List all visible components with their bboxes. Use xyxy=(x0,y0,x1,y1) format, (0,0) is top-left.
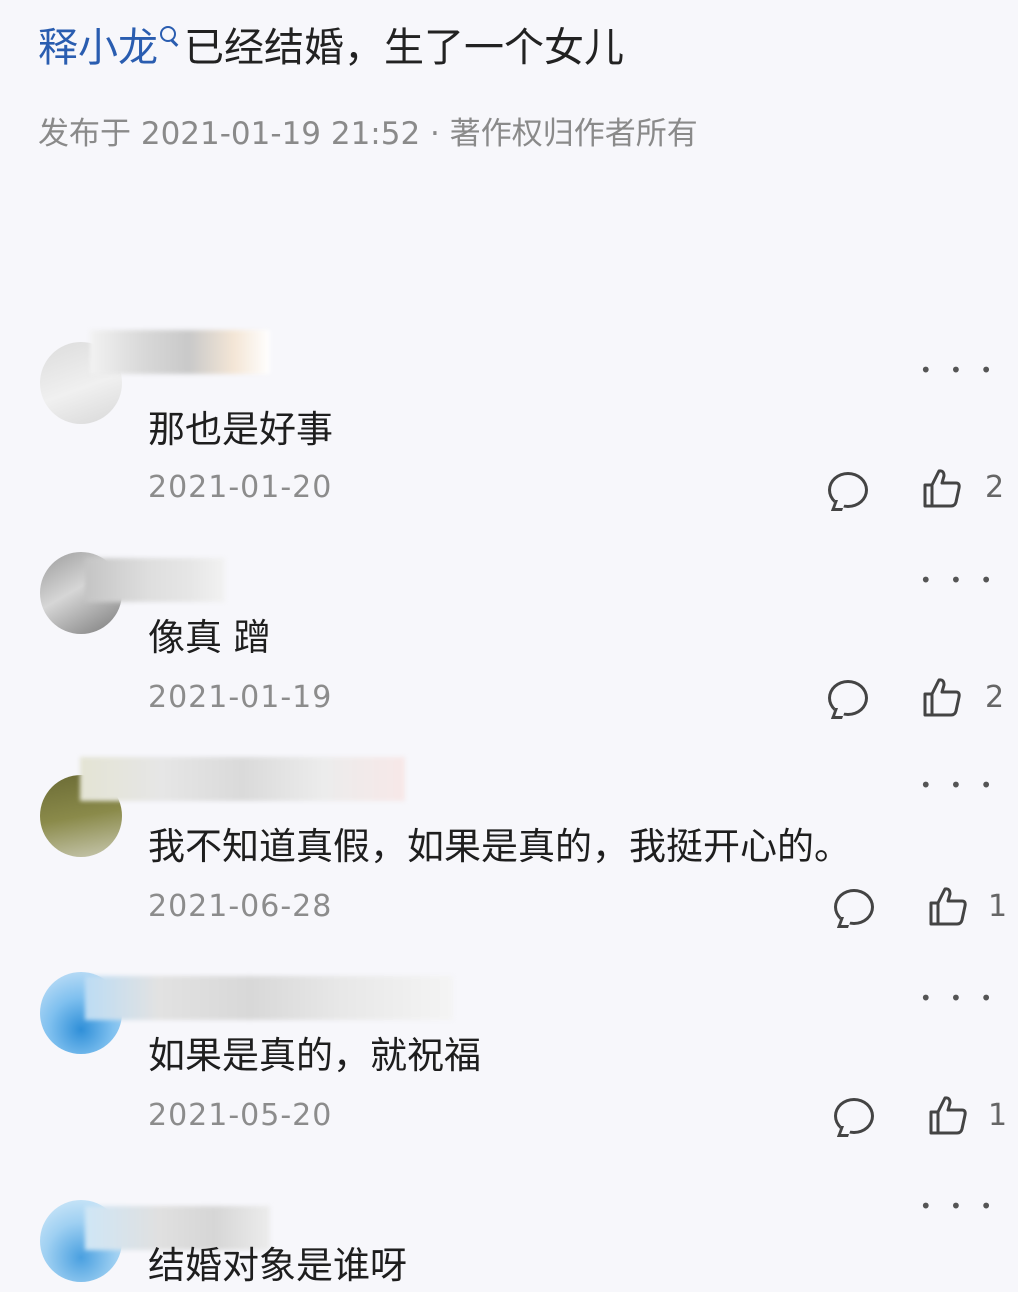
comment-item: • • • 那也是好事 2021-01-20 2 xyxy=(0,330,1018,530)
post-title-text: 已经结婚，生了一个女儿 xyxy=(184,25,624,71)
thumbs-up-icon[interactable] xyxy=(920,675,964,719)
comment-item: • • • 我不知道真假，如果是真的，我挺开心的。 2021-06-28 1 xyxy=(0,755,1018,955)
like-count: 2 xyxy=(985,470,1005,505)
username-blurred[interactable] xyxy=(80,757,405,801)
thumbs-up-icon[interactable] xyxy=(926,884,970,928)
comment-date: 2021-01-20 xyxy=(148,470,333,505)
comment-text: 那也是好事 xyxy=(148,408,333,451)
comment-bubble-icon[interactable] xyxy=(834,889,874,925)
more-dots-icon[interactable]: • • • xyxy=(920,360,998,380)
username-blurred[interactable] xyxy=(90,330,270,374)
comment-bubble-icon[interactable] xyxy=(834,1098,874,1134)
more-dots-icon[interactable]: • • • xyxy=(920,988,998,1008)
more-dots-icon[interactable]: • • • xyxy=(920,570,998,590)
thumbs-up-icon[interactable] xyxy=(920,466,964,510)
thumbs-up-icon[interactable] xyxy=(926,1093,970,1137)
comment-date: 2021-01-19 xyxy=(148,680,333,715)
comment-text: 如果是真的，就祝福 xyxy=(148,1034,481,1077)
more-dots-icon[interactable]: • • • xyxy=(920,775,998,795)
like-count: 1 xyxy=(988,1098,1008,1133)
comment-date: 2021-06-28 xyxy=(148,889,333,924)
like-count: 1 xyxy=(988,889,1008,924)
post-meta: 发布于 2021-01-19 21:52 · 著作权归作者所有 xyxy=(38,116,698,152)
person-link[interactable]: 释小龙 xyxy=(38,25,158,71)
like-count: 2 xyxy=(985,680,1005,715)
comment-item: • • • 如果是真的，就祝福 2021-05-20 1 xyxy=(0,970,1018,1170)
comment-bubble-icon[interactable] xyxy=(828,680,868,716)
comment-text: 我不知道真假，如果是真的，我挺开心的。 xyxy=(148,825,851,868)
comment-item: • • • 结婚对象是谁呀 xyxy=(0,1180,1018,1292)
more-dots-icon[interactable]: • • • xyxy=(920,1196,998,1216)
comment-text: 结婚对象是谁呀 xyxy=(148,1244,407,1287)
search-icon[interactable] xyxy=(158,24,180,50)
username-blurred[interactable] xyxy=(85,976,453,1020)
post-title: 释小龙 已经结婚，生了一个女儿 xyxy=(38,20,624,76)
username-blurred[interactable] xyxy=(85,558,225,602)
comment-text: 像真 蹭 xyxy=(148,616,271,659)
comment-bubble-icon[interactable] xyxy=(828,472,868,508)
comment-item: • • • 像真 蹭 2021-01-19 2 xyxy=(0,550,1018,750)
comment-date: 2021-05-20 xyxy=(148,1098,333,1133)
